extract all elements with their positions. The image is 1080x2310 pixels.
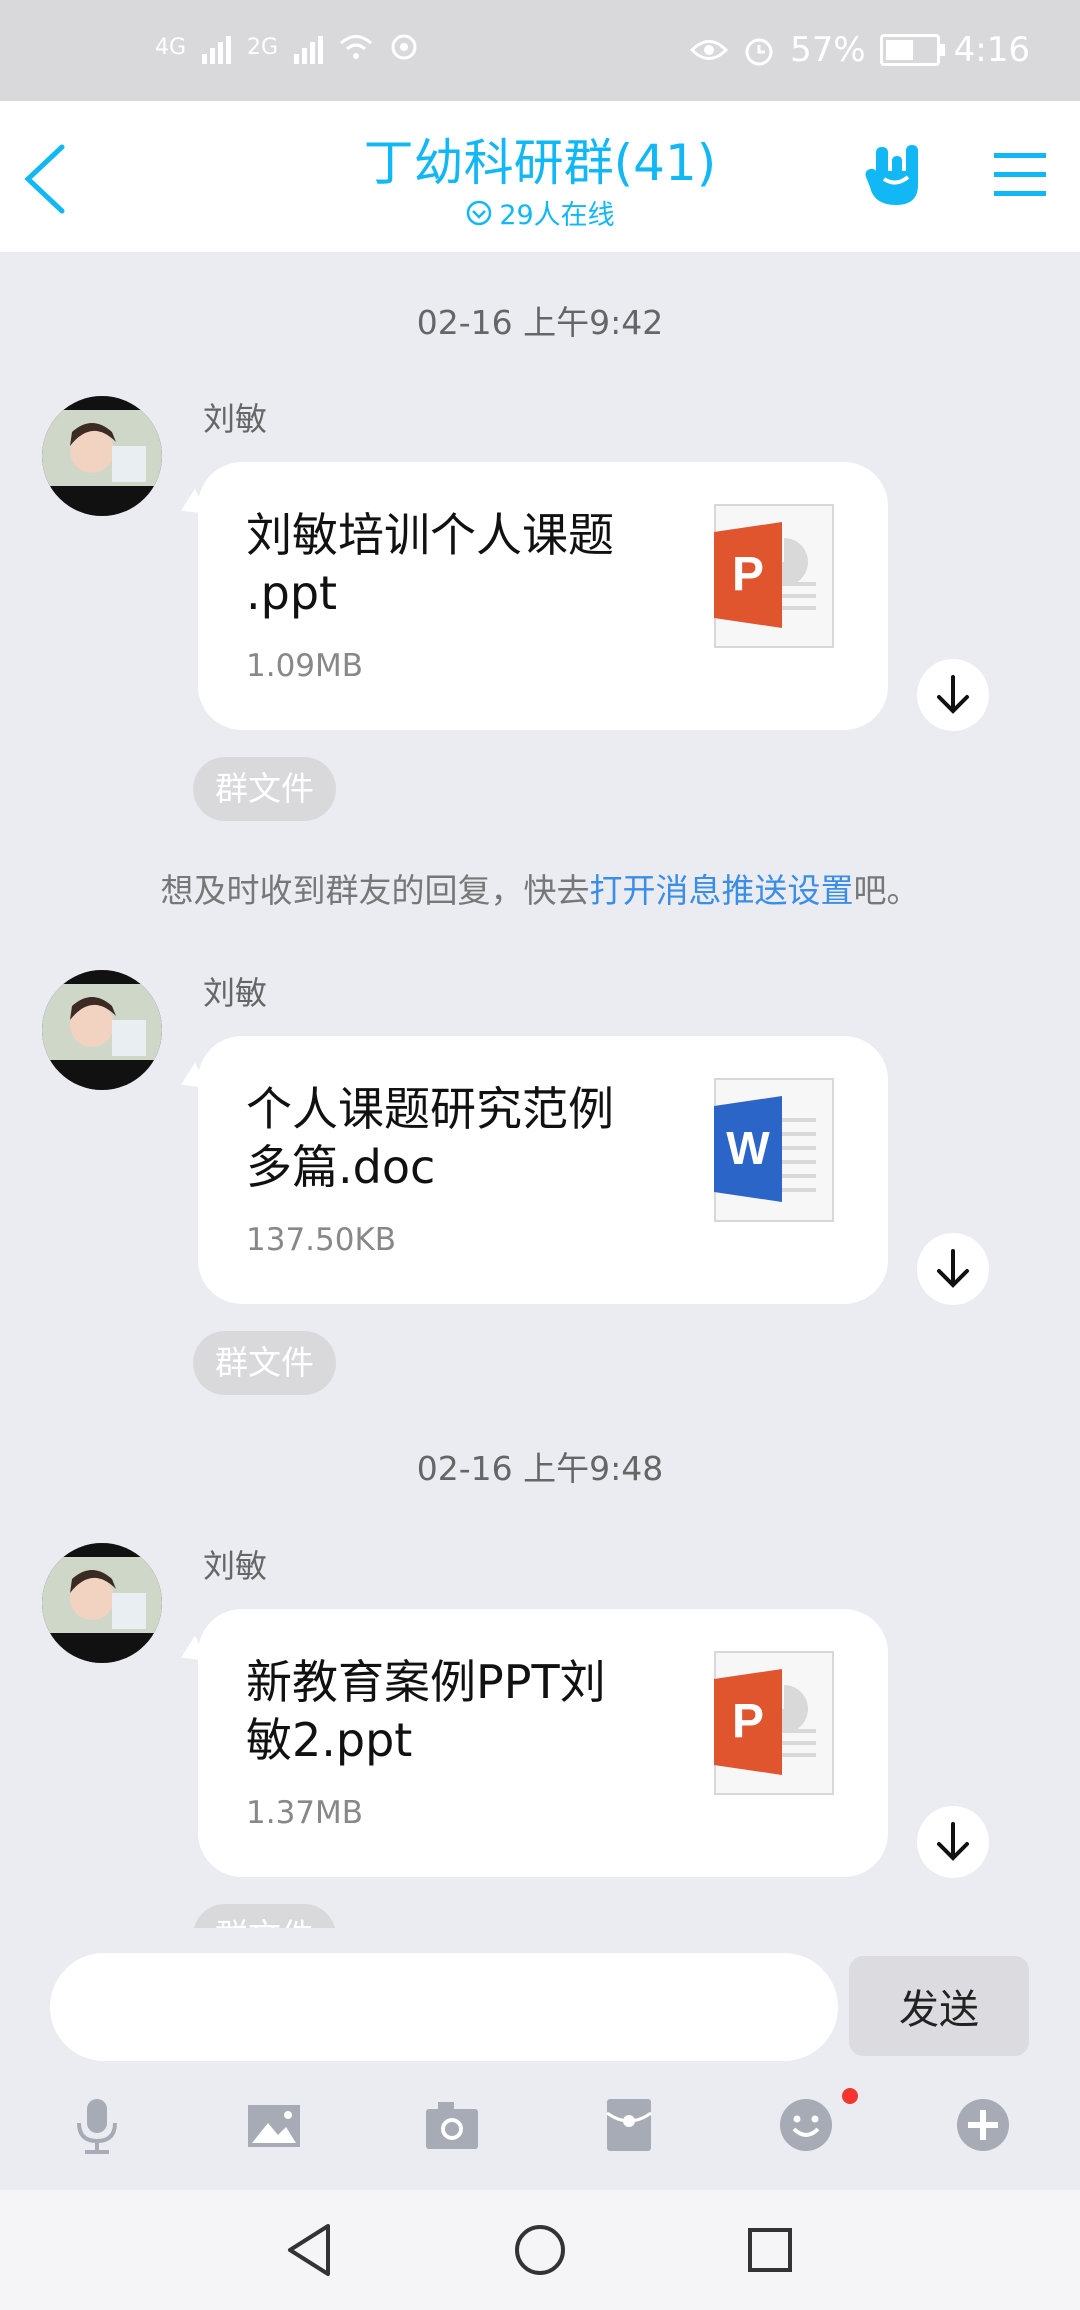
input-toolbar bbox=[0, 2063, 1080, 2190]
file-name-line: .ppt bbox=[246, 566, 338, 620]
chat-area[interactable]: 02-16 上午9:42 刘敏 刘敏培训个人课题 .ppt 1.09MB P 群文… bbox=[0, 252, 1080, 1928]
file-name-line: 个人课题研究范例 bbox=[246, 1082, 614, 1136]
eye-icon bbox=[690, 40, 729, 60]
download-arrow-icon bbox=[937, 1249, 969, 1288]
sender-name: 刘敏 bbox=[203, 1547, 268, 1585]
wifi-icon bbox=[340, 35, 373, 59]
message-input[interactable] bbox=[50, 1953, 838, 2061]
battery-percent: 57% bbox=[790, 30, 866, 70]
microphone-icon[interactable] bbox=[67, 2095, 127, 2155]
timestamp: 02-16 上午9:42 bbox=[416, 303, 664, 342]
send-button[interactable]: 发送 bbox=[849, 1956, 1029, 2056]
signal-icon-2 bbox=[294, 30, 324, 64]
chevron-down-circle-icon bbox=[467, 200, 492, 225]
file-message-bubble[interactable]: 新教育案例PPT刘 敏2.ppt 1.37MB P bbox=[198, 1609, 888, 1877]
download-button[interactable] bbox=[917, 1233, 989, 1305]
image-icon[interactable] bbox=[244, 2095, 304, 2155]
online-count: 29人在线 bbox=[499, 200, 615, 231]
ppt-file-icon: P bbox=[714, 504, 834, 648]
notice-text-end: 吧。 bbox=[853, 871, 920, 910]
menu-icon[interactable] bbox=[992, 149, 1048, 201]
chat-header: 丁幼科研群(41) 29人在线 bbox=[0, 101, 1080, 252]
file-message-bubble[interactable]: 刘敏培训个人课题 .ppt 1.09MB P bbox=[198, 462, 888, 730]
group-file-tag[interactable]: 群文件 bbox=[193, 1331, 336, 1395]
file-name: 刘敏培训个人课题 .ppt bbox=[246, 506, 676, 622]
sender-name: 刘敏 bbox=[203, 974, 268, 1012]
push-settings-link[interactable]: 打开消息推送设置 bbox=[590, 871, 854, 910]
nav-recents-icon[interactable] bbox=[740, 2220, 800, 2280]
file-name: 新教育案例PPT刘 敏2.ppt bbox=[246, 1653, 676, 1769]
nav-home-icon[interactable] bbox=[510, 2220, 570, 2280]
file-name-line: 敏2.ppt bbox=[246, 1713, 413, 1767]
sender-name: 刘敏 bbox=[203, 400, 268, 438]
group-file-tag[interactable]: 群文件 bbox=[193, 1904, 336, 1928]
network-4g-label: 4G bbox=[155, 34, 187, 60]
battery-icon bbox=[879, 34, 945, 66]
ppt-file-icon: P bbox=[714, 1651, 834, 1795]
group-file-tag[interactable]: 群文件 bbox=[193, 757, 336, 821]
svg-text:W: W bbox=[726, 1122, 770, 1174]
status-right: 57% 4:16 bbox=[690, 30, 1030, 70]
notification-dot bbox=[842, 2088, 858, 2104]
download-arrow-icon bbox=[937, 675, 969, 714]
status-left: 4G 2G bbox=[155, 30, 419, 64]
nav-back-icon[interactable] bbox=[280, 2220, 340, 2280]
file-message-bubble[interactable]: 个人课题研究范例 多篇.doc 137.50KB W bbox=[198, 1036, 888, 1304]
avatar-image bbox=[42, 396, 162, 516]
svg-text:P: P bbox=[732, 548, 764, 601]
camera-icon[interactable] bbox=[422, 2095, 482, 2155]
notice-text: 想及时收到群友的回复，快去 bbox=[160, 871, 590, 910]
svg-text:P: P bbox=[732, 1695, 764, 1748]
file-name-line: 刘敏培训个人课题 bbox=[246, 508, 614, 562]
push-notice: 想及时收到群友的回复，快去打开消息推送设置吧。 bbox=[0, 864, 1080, 912]
sync-icon bbox=[391, 34, 417, 60]
avatar-image bbox=[42, 1543, 162, 1663]
file-size: 137.50KB bbox=[246, 1222, 397, 1258]
plus-icon[interactable] bbox=[953, 2095, 1013, 2155]
signal-icon bbox=[202, 30, 232, 64]
status-bar: 4G 2G 57% 4:16 bbox=[0, 0, 1080, 101]
clock: 4:16 bbox=[953, 30, 1030, 70]
red-packet-icon[interactable] bbox=[599, 2095, 659, 2155]
download-button[interactable] bbox=[917, 1806, 989, 1878]
download-arrow-icon bbox=[937, 1822, 969, 1861]
avatar[interactable] bbox=[42, 970, 162, 1090]
file-size: 1.37MB bbox=[246, 1795, 364, 1831]
doc-file-icon: W bbox=[714, 1078, 834, 1222]
hand-gesture-icon[interactable] bbox=[862, 141, 928, 211]
download-button[interactable] bbox=[917, 659, 989, 731]
system-nav-bar bbox=[0, 2190, 1080, 2310]
file-size: 1.09MB bbox=[246, 648, 364, 684]
network-2g-label: 2G bbox=[247, 34, 279, 60]
input-bar: 发送 bbox=[0, 1928, 1080, 2063]
avatar[interactable] bbox=[42, 396, 162, 516]
file-name: 个人课题研究范例 多篇.doc bbox=[246, 1080, 676, 1196]
alarm-icon bbox=[745, 38, 773, 66]
file-name-line: 多篇.doc bbox=[246, 1140, 436, 1194]
timestamp: 02-16 上午9:48 bbox=[416, 1449, 664, 1488]
avatar-image bbox=[42, 970, 162, 1090]
emoji-icon[interactable] bbox=[776, 2095, 836, 2155]
avatar[interactable] bbox=[42, 1543, 162, 1663]
file-name-line: 新教育案例PPT刘 bbox=[246, 1655, 606, 1709]
